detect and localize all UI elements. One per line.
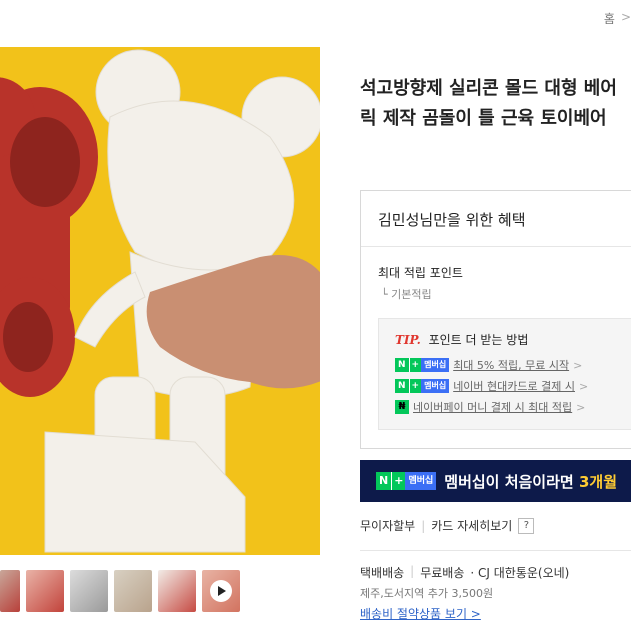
play-icon[interactable] [210, 580, 232, 602]
benefit-title: 김민성님만을 위한 혜택 [378, 211, 526, 229]
installment-label: 무이자할부 [360, 519, 416, 533]
naver-plus-membership-badge: N + 멤버십 [395, 358, 450, 372]
product-main-image[interactable] [0, 47, 320, 555]
section-divider [360, 550, 631, 551]
breadcrumb-home[interactable]: 홈 [604, 10, 615, 27]
benefit-divider [361, 246, 631, 247]
shipping-saving-link[interactable]: 배송비 절약상품 보기 > [360, 605, 481, 622]
product-title: 석고방향제 실리콘 몰드 대형 베어 릭 제작 곰돌이 틀 근육 토이베어 [360, 74, 631, 134]
thumbnail-1[interactable] [0, 570, 20, 612]
tip-heading-text: 포인트 더 받는 방법 [428, 333, 529, 347]
chevron-right-icon: > [579, 379, 589, 393]
divider: | [410, 564, 415, 578]
shipping-fee: 무료배송 [420, 566, 465, 580]
thumbnail-3[interactable] [70, 570, 108, 612]
shipping-extra-fee: 제주,도서지역 추가 3,500원 [360, 587, 494, 600]
product-title-line-1: 석고방향제 실리콘 몰드 대형 베어 [360, 78, 617, 99]
shipping-type: 택배배송 [360, 566, 405, 580]
thumbnail-video[interactable] [202, 570, 240, 612]
product-title-line-2: 릭 제작 곰돌이 틀 근육 토이베어 [360, 108, 607, 129]
divider: | [421, 518, 426, 533]
banner-highlight: 3개월 [578, 472, 617, 491]
tip-row-hyundai-card[interactable]: N + 멤버십 네이버 현대카드로 결제 시 > [395, 378, 588, 394]
tip-row-text[interactable]: 네이버페이 머니 결제 시 최대 적립 [413, 399, 572, 415]
tip-row-membership[interactable]: N + 멤버십 최대 5% 적립, 무료 시작 > [395, 357, 582, 373]
max-point-label: 최대 적립 포인트 [378, 266, 463, 280]
chevron-right-icon: > [576, 400, 586, 414]
banner-text: 멤버십이 처음이라면 3개월 [444, 472, 617, 491]
shipping-courier: · CJ 대한통운(오네) [470, 566, 570, 580]
installment-row: 무이자할부 | 카드 자세히보기 ? [360, 517, 535, 534]
bear-figure-illustration [0, 49, 320, 553]
card-detail-link[interactable]: 카드 자세히보기 [431, 517, 512, 534]
thumbnail-4[interactable] [114, 570, 152, 612]
tip-tag: TIP. [395, 333, 421, 347]
thumbnail-5[interactable] [158, 570, 196, 612]
breadcrumb: 홈 > [604, 10, 631, 27]
tip-box: TIP. 포인트 더 받는 방법 N + 멤버십 최대 5% 적립, 무료 시작 >… [378, 318, 631, 430]
thumbnail-strip [0, 570, 240, 612]
breadcrumb-separator: > [620, 10, 631, 24]
naver-pay-icon: ₦ [395, 400, 409, 414]
tip-row-text[interactable]: 네이버 현대카드로 결제 시 [453, 378, 575, 394]
help-icon[interactable]: ? [518, 517, 535, 534]
naver-plus-membership-badge: N + 멤버십 [376, 472, 437, 490]
thumbnail-2[interactable] [26, 570, 64, 612]
shipping-row: 택배배송 | 무료배송 · CJ 대한통운(오네) [360, 564, 569, 581]
tip-heading: TIP. 포인트 더 받는 방법 [395, 331, 528, 348]
tip-row-text[interactable]: 최대 5% 적립, 무료 시작 [453, 357, 569, 373]
chevron-right-icon: > [573, 358, 583, 372]
naver-plus-membership-badge: N + 멤버십 [395, 379, 450, 393]
benefit-panel: 김민성님만을 위한 혜택 최대 적립 포인트 └ 기본적립 TIP. 포인트 더… [360, 190, 631, 449]
basic-point-label: └ 기본적립 [381, 288, 432, 301]
tip-row-npay-money[interactable]: ₦ 네이버페이 머니 결제 시 최대 적립 > [395, 399, 585, 415]
membership-banner[interactable]: N + 멤버십 멤버십이 처음이라면 3개월 [360, 460, 631, 502]
